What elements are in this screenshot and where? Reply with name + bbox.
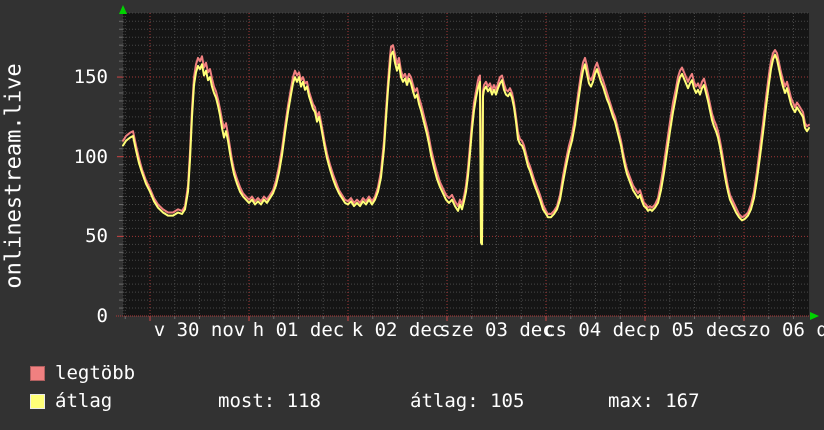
x-tick-label: szo 06 dec <box>736 319 824 341</box>
y-axis-title: onlinestream.live <box>1 63 27 289</box>
y-axis-arrow-icon <box>119 5 127 14</box>
y-tick-label: 50 <box>85 225 108 248</box>
y-tick-label: 0 <box>96 305 108 327</box>
stat-max: max: 167 <box>608 390 700 412</box>
stat-most: most: 118 <box>218 390 321 412</box>
y-tick-label: 100 <box>73 145 108 168</box>
legend-label-legtobb: legtöbb <box>55 362 136 384</box>
legend-swatch-atlag <box>30 394 45 409</box>
legend-swatch-legtobb <box>30 366 45 381</box>
legend-label-atlag: átlag <box>55 390 113 412</box>
y-tick-label: 150 <box>73 66 108 89</box>
stat-atlag: átlag: 105 <box>410 390 525 412</box>
rrd-graph: onlinestream.live 0 50 100 150 v 30 nov h 01 … <box>0 0 824 430</box>
